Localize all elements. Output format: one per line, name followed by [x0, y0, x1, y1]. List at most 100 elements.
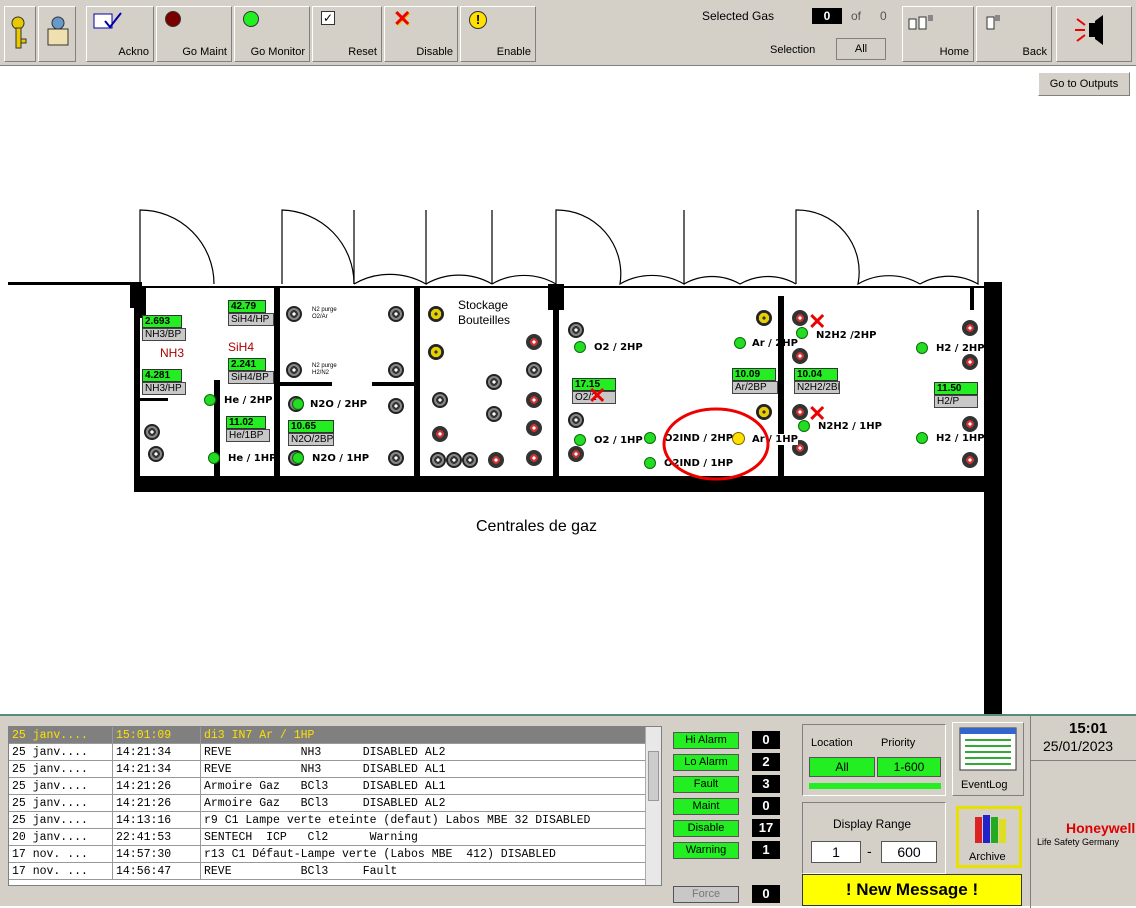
- sensor-icon[interactable]: [286, 362, 302, 378]
- sensor-icon[interactable]: [962, 320, 978, 336]
- log-scrollbar[interactable]: [645, 727, 661, 885]
- acknowledge-button[interactable]: Ackno: [86, 6, 154, 62]
- sensor-icon[interactable]: [526, 450, 542, 466]
- reset-button[interactable]: ✓ Reset: [312, 6, 382, 62]
- location-select[interactable]: All: [809, 757, 875, 777]
- status-dot[interactable]: [734, 337, 746, 349]
- sensor-icon[interactable]: [526, 392, 542, 408]
- log-cell-date: 17 nov. ...: [9, 863, 113, 879]
- sensor-icon[interactable]: [388, 306, 404, 322]
- log-row[interactable]: 17 nov. ... 14:57:30 r13 C1 Défaut-Lampe v…: [9, 846, 661, 863]
- disable-button[interactable]: ✕ Disable: [384, 6, 458, 62]
- eventlog-button[interactable]: EventLog: [952, 722, 1024, 796]
- go-to-outputs-button[interactable]: Go to Outputs: [1038, 72, 1130, 96]
- sensor-icon[interactable]: [486, 406, 502, 422]
- log-row[interactable]: 25 janv.... 15:01:09 di3 IN7 Ar / 1HP: [9, 727, 661, 744]
- sensor-icon[interactable]: [286, 306, 302, 322]
- sensor-icon[interactable]: [446, 452, 462, 468]
- operator-button[interactable]: [38, 6, 76, 62]
- sensor-icon[interactable]: [756, 310, 772, 326]
- sensor-icon[interactable]: [430, 452, 446, 468]
- sensor-icon[interactable]: [792, 404, 808, 420]
- status-dot[interactable]: [292, 398, 304, 410]
- sensor-icon[interactable]: [526, 420, 542, 436]
- home-icon: [908, 15, 933, 30]
- enable-button[interactable]: ! Enable: [460, 6, 536, 62]
- archive-button[interactable]: Archive: [956, 806, 1022, 868]
- log-row[interactable]: 25 janv.... 14:13:16 r9 C1 Lampe verte ete…: [9, 812, 661, 829]
- home-button[interactable]: Home: [902, 6, 974, 62]
- acknowledge-icon: [93, 12, 122, 29]
- scrollbar-thumb[interactable]: [648, 751, 659, 801]
- log-row[interactable]: 25 janv.... 14:21:34 REVE NH3 DISABLED AL2: [9, 744, 661, 761]
- status-dot[interactable]: [916, 342, 928, 354]
- sensor-icon[interactable]: [388, 398, 404, 414]
- log-row[interactable]: 25 janv.... 14:21:26 Armoire Gaz BCl3 DISA…: [9, 795, 661, 812]
- log-row[interactable]: 25 janv.... 14:21:34 REVE NH3 DISABLED AL1: [9, 761, 661, 778]
- sensor-icon[interactable]: [568, 446, 584, 462]
- sensor-icon[interactable]: [962, 354, 978, 370]
- sensor-icon[interactable]: [526, 362, 542, 378]
- sensor-icon[interactable]: [144, 424, 160, 440]
- status-dot[interactable]: [204, 394, 216, 406]
- sensor-icon[interactable]: [462, 452, 478, 468]
- status-dot[interactable]: [796, 327, 808, 339]
- sensor-icon[interactable]: [388, 362, 404, 378]
- back-button[interactable]: Back: [976, 6, 1052, 62]
- key-button[interactable]: [4, 6, 36, 62]
- selection-all-button[interactable]: All: [836, 38, 886, 60]
- value-box[interactable]: 2.693: [142, 315, 182, 328]
- go-maint-button[interactable]: Go Maint: [156, 6, 232, 62]
- sensor-icon[interactable]: [428, 344, 444, 360]
- fault-button[interactable]: Fault: [673, 776, 739, 793]
- sensor-icon[interactable]: [488, 452, 504, 468]
- sensor-icon[interactable]: [432, 426, 448, 442]
- value-box[interactable]: 11.50: [934, 382, 978, 395]
- status-dot[interactable]: [644, 457, 656, 469]
- log-row[interactable]: 25 janv.... 14:21:26 Armoire Gaz BCl3 DISA…: [9, 778, 661, 795]
- sensor-icon[interactable]: [962, 416, 978, 432]
- value-box[interactable]: 2.241: [228, 358, 266, 371]
- sensor-icon[interactable]: [148, 446, 164, 462]
- disable-filter-button[interactable]: Disable: [673, 820, 739, 837]
- status-dot[interactable]: [574, 434, 586, 446]
- value-box[interactable]: 10.04: [794, 368, 838, 381]
- status-dot[interactable]: [644, 432, 656, 444]
- range-from-input[interactable]: 1: [811, 841, 861, 863]
- value-box[interactable]: 10.65: [288, 420, 334, 433]
- sensor-icon[interactable]: [792, 310, 808, 326]
- new-message-banner[interactable]: ! New Message !: [802, 874, 1022, 906]
- horn-button[interactable]: [1056, 6, 1132, 62]
- sensor-icon[interactable]: [568, 412, 584, 428]
- maint-button[interactable]: Maint: [673, 798, 739, 815]
- sensor-icon[interactable]: [486, 374, 502, 390]
- log-row[interactable]: 17 nov. ... 14:56:47 REVE BCl3 Fault: [9, 863, 661, 880]
- status-dot[interactable]: [574, 341, 586, 353]
- go-monitor-button[interactable]: Go Monitor: [234, 6, 310, 62]
- sensor-icon[interactable]: [428, 306, 444, 322]
- display-range-panel: Display Range 1 - 600: [802, 802, 946, 874]
- priority-select[interactable]: 1-600: [877, 757, 941, 777]
- value-box[interactable]: 4.281: [142, 369, 182, 382]
- value-box[interactable]: 10.09: [732, 368, 776, 381]
- range-to-input[interactable]: 600: [881, 841, 937, 863]
- status-dot[interactable]: [208, 452, 220, 464]
- event-log-list[interactable]: 25 janv.... 15:01:09 di3 IN7 Ar / 1HP 25 ja…: [8, 726, 662, 886]
- log-row[interactable]: 20 janv.... 22:41:53 SENTECH ICP Cl2 Warni…: [9, 829, 661, 846]
- sensor-icon[interactable]: [432, 392, 448, 408]
- sensor-icon[interactable]: [526, 334, 542, 350]
- sensor-icon[interactable]: [792, 348, 808, 364]
- status-dot[interactable]: [292, 452, 304, 464]
- force-button[interactable]: Force: [673, 886, 739, 903]
- status-dot[interactable]: [916, 432, 928, 444]
- sensor-icon[interactable]: [962, 452, 978, 468]
- sensor-icon[interactable]: [388, 450, 404, 466]
- hi-alarm-button[interactable]: Hi Alarm: [673, 732, 739, 749]
- sensor-icon[interactable]: [568, 322, 584, 338]
- value-box[interactable]: 42.79: [228, 300, 266, 313]
- value-box[interactable]: 11.02: [226, 416, 266, 429]
- warning-button[interactable]: Warning: [673, 842, 739, 859]
- go-maint-label: Go Maint: [182, 46, 227, 58]
- fault-count: 3: [752, 775, 780, 793]
- lo-alarm-button[interactable]: Lo Alarm: [673, 754, 739, 771]
